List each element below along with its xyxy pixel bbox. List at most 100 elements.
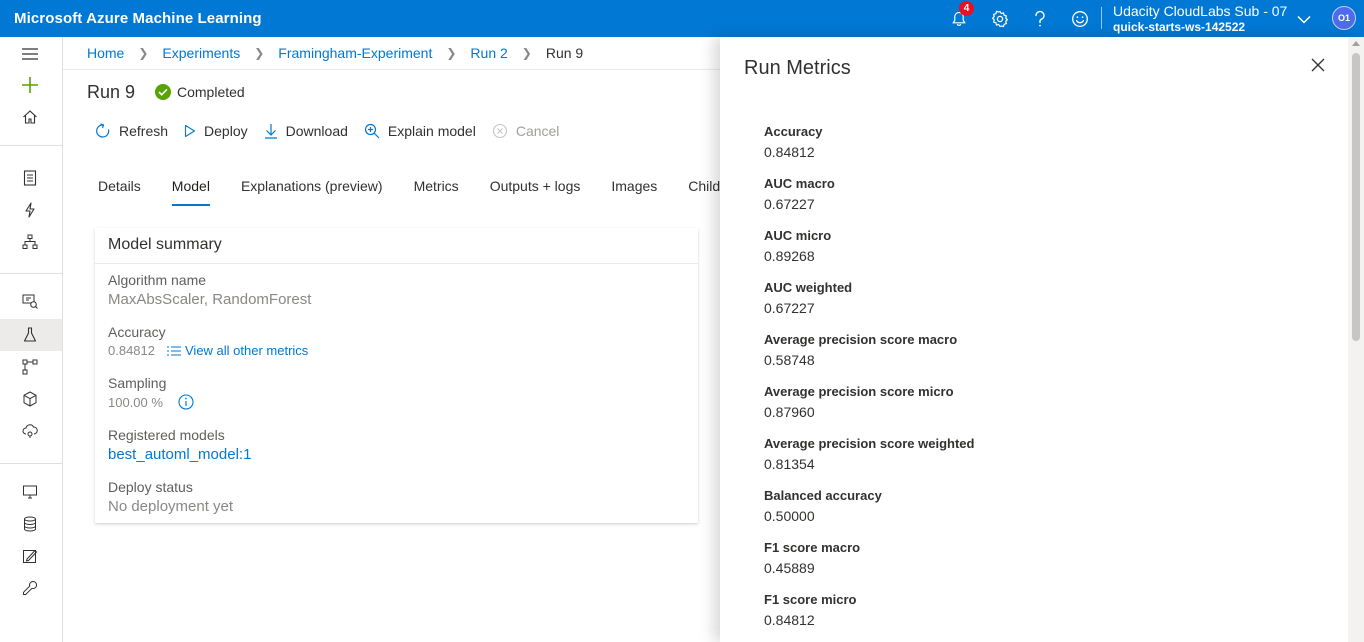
breadcrumb-separator: ❯ — [521, 46, 532, 60]
metric-label: AUC micro — [764, 228, 832, 243]
chevron-down-icon[interactable] — [1291, 6, 1317, 32]
accuracy-row: 0.84812 View all other metrics — [108, 343, 308, 358]
compute-icon[interactable] — [18, 480, 42, 504]
deploy-label: Deploy — [204, 123, 248, 139]
breadcrumb-experiment[interactable]: Framingham-Experiment — [278, 45, 432, 61]
panel-scrollbar[interactable] — [1348, 37, 1364, 642]
linked-services-icon[interactable] — [18, 576, 42, 600]
metric-value: 0.45889 — [764, 560, 815, 576]
scroll-up-arrow[interactable] — [1352, 41, 1360, 46]
metric-label: F1 score macro — [764, 540, 861, 555]
download-label: Download — [285, 123, 348, 139]
command-bar: Refresh Deploy Download Explain model Ca… — [95, 123, 575, 139]
deploy-status-label: Deploy status — [108, 479, 193, 495]
registered-models-label: Registered models — [108, 427, 225, 443]
registered-model-link[interactable]: best_automl_model:1 — [108, 446, 251, 463]
refresh-icon — [96, 123, 110, 138]
breadcrumb-experiments[interactable]: Experiments — [162, 45, 240, 61]
cancel-label: Cancel — [515, 123, 560, 139]
metric-value: 0.89268 — [764, 248, 815, 264]
metric-item: AUC micro 0.89268 — [764, 227, 974, 279]
metric-item: AUC macro 0.67227 — [764, 175, 974, 227]
metric-item: Average precision score macro 0.58748 — [764, 331, 974, 383]
tab-images[interactable]: Images — [611, 178, 657, 206]
tab-metrics[interactable]: Metrics — [414, 178, 459, 206]
automated-ml-icon[interactable] — [18, 198, 42, 222]
metric-label: AUC weighted — [764, 280, 853, 295]
pipelines-icon[interactable] — [18, 355, 42, 379]
accuracy-label: Accuracy — [108, 324, 166, 340]
tab-explanations[interactable]: Explanations (preview) — [241, 178, 383, 206]
scroll-thumb[interactable] — [1352, 53, 1360, 341]
algorithm-label: Algorithm name — [108, 272, 207, 288]
magnifier-icon — [364, 123, 380, 139]
metric-label: Average precision score weighted — [764, 436, 975, 451]
hamburger-menu-icon[interactable] — [18, 42, 42, 66]
models-cube-icon[interactable] — [18, 387, 42, 411]
subscription-name: Udacity CloudLabs Sub - 07 — [1113, 3, 1288, 19]
notification-badge: 4 — [959, 1, 974, 16]
download-icon — [264, 124, 277, 139]
notebooks-icon[interactable] — [18, 166, 42, 190]
checkmark-icon — [155, 84, 171, 100]
designer-icon[interactable] — [18, 230, 42, 254]
metric-value: 0.67227 — [764, 196, 815, 212]
status-text: Completed — [177, 84, 245, 100]
help-icon[interactable] — [1027, 6, 1053, 32]
datastores-icon[interactable] — [18, 512, 42, 536]
metric-item: F1 score micro 0.84812 — [764, 591, 974, 642]
topbar-divider — [1101, 7, 1102, 29]
download-button[interactable]: Download — [264, 123, 348, 139]
metric-item: Accuracy 0.84812 — [764, 123, 974, 175]
metric-value: 0.84812 — [764, 144, 815, 160]
breadcrumb-separator: ❯ — [254, 46, 265, 60]
model-summary-card: Model summary Algorithm name MaxAbsScale… — [95, 228, 698, 523]
breadcrumb-run-2[interactable]: Run 2 — [470, 45, 507, 61]
sampling-field: Sampling 100.00 % — [108, 375, 194, 410]
view-metrics-text: View all other metrics — [185, 343, 309, 358]
nav-divider — [0, 145, 62, 146]
app-title[interactable]: Microsoft Azure Machine Learning — [14, 10, 262, 27]
notifications-icon[interactable]: 4 — [946, 1, 974, 32]
cancel-button[interactable]: Cancel — [492, 123, 560, 139]
metric-label: Balanced accuracy — [764, 488, 882, 503]
accuracy-value: 0.84812 — [108, 343, 155, 358]
deploy-status-value: No deployment yet — [108, 498, 234, 515]
explain-model-button[interactable]: Explain model — [364, 123, 476, 139]
create-new-plus-icon[interactable] — [18, 73, 42, 97]
user-avatar[interactable]: O1 — [1332, 6, 1356, 30]
play-icon — [184, 124, 196, 138]
explain-model-label: Explain model — [387, 123, 476, 139]
close-icon[interactable] — [1308, 55, 1328, 75]
breadcrumb-separator: ❯ — [138, 46, 149, 60]
data-labeling-icon[interactable] — [18, 544, 42, 568]
run-metrics-panel: Run Metrics Accuracy 0.84812 AUC macro 0.67… — [720, 37, 1364, 642]
metric-item: Balanced accuracy 0.50000 — [764, 487, 974, 539]
metric-value: 0.84812 — [764, 612, 815, 628]
tab-details[interactable]: Details — [98, 178, 141, 206]
tab-outputs-logs[interactable]: Outputs + logs — [490, 178, 581, 206]
subscription-switcher[interactable]: Udacity CloudLabs Sub - 07 quick-starts-… — [1113, 3, 1287, 35]
refresh-button[interactable]: Refresh — [95, 123, 168, 139]
list-icon — [167, 345, 181, 356]
breadcrumb-current: Run 9 — [545, 45, 584, 61]
settings-gear-icon[interactable] — [987, 6, 1013, 32]
cancel-icon — [492, 123, 507, 139]
view-metrics-link[interactable]: View all other metrics — [167, 343, 308, 358]
breadcrumb-home[interactable]: Home — [87, 45, 124, 61]
feedback-smiley-icon[interactable] — [1067, 6, 1093, 32]
deploy-button[interactable]: Deploy — [184, 123, 248, 139]
card-title: Model summary — [108, 236, 222, 253]
sampling-value: 100.00 % — [108, 394, 163, 410]
home-icon[interactable] — [18, 105, 42, 129]
left-navigation — [0, 37, 63, 642]
info-icon[interactable] — [178, 394, 194, 410]
experiments-flask-icon[interactable] — [18, 323, 42, 347]
registered-models-field: Registered models best_automl_model:1 — [108, 427, 251, 463]
status-badge: Completed — [155, 84, 245, 100]
tab-model[interactable]: Model — [171, 178, 211, 206]
datasets-icon[interactable] — [18, 289, 42, 313]
top-bar: Microsoft Azure Machine Learning 4 Udaci… — [0, 0, 1364, 37]
endpoints-icon[interactable] — [18, 419, 42, 443]
nav-divider — [0, 463, 62, 464]
